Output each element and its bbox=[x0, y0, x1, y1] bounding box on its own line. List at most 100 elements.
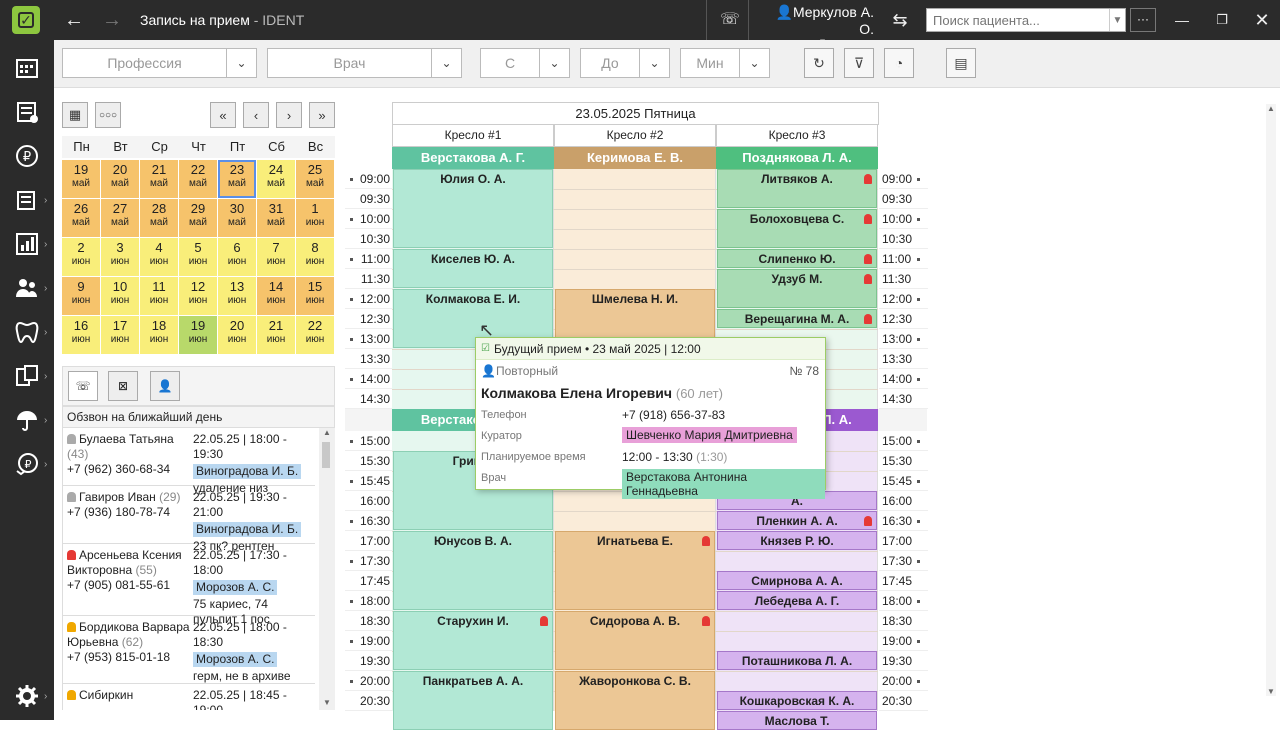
calendar-day[interactable]: 25 май bbox=[296, 160, 334, 198]
calendar-day[interactable]: 6 июн bbox=[218, 238, 256, 276]
insurance-umbrella-icon[interactable]: › bbox=[0, 400, 54, 440]
calendar-day[interactable]: 23 май bbox=[218, 160, 256, 198]
calendar-day[interactable]: 3 июн bbox=[101, 238, 139, 276]
appointment-slot[interactable]: Жаворонкова С. В. bbox=[555, 671, 715, 730]
patient-search-input[interactable] bbox=[927, 9, 1109, 31]
appointment-slot[interactable]: Болоховцева С. bbox=[717, 209, 877, 248]
clear-filter-icon[interactable]: ⊽ bbox=[844, 48, 874, 78]
today-calendar-icon[interactable]: ▦ bbox=[62, 102, 88, 128]
calendar-grid-icon[interactable] bbox=[0, 48, 54, 88]
duration-select[interactable]: Мин ⌄ bbox=[680, 48, 770, 78]
calendar-day[interactable]: 14 июн bbox=[257, 277, 295, 315]
appointment-slot[interactable]: Панкратьев А. А. bbox=[393, 671, 553, 730]
call-list-item[interactable]: Булаева Татьяна (43) +7 (962) 360-68-34 22… bbox=[63, 428, 315, 495]
calendar-day[interactable]: 4 июн bbox=[140, 238, 178, 276]
calendar-day[interactable]: 13 июн bbox=[218, 277, 256, 315]
doctor-header[interactable]: Керимова Е. В. bbox=[554, 147, 716, 169]
minimize-icon[interactable]: — bbox=[1168, 0, 1196, 40]
chevron-down-icon[interactable]: ▼ bbox=[1109, 9, 1125, 31]
prev-month-icon[interactable]: « bbox=[210, 102, 236, 128]
patients-group-icon[interactable]: › bbox=[0, 268, 54, 308]
app-logo-icon[interactable]: ✓ bbox=[12, 6, 40, 34]
calendar-day[interactable]: 22 июн bbox=[296, 316, 334, 354]
appointment-slot[interactable]: Лебедева А. Г. bbox=[717, 591, 877, 610]
calendar-day[interactable]: 11 июн bbox=[140, 277, 178, 315]
appointment-slot[interactable]: Литвяков А. bbox=[717, 169, 877, 208]
calendar-day[interactable]: 20 июн bbox=[218, 316, 256, 354]
calendar-day[interactable]: 26 май bbox=[62, 199, 100, 237]
time-to-select[interactable]: До ⌄ bbox=[580, 48, 670, 78]
appointment-slot[interactable]: Князев Р. Ю. bbox=[717, 531, 877, 550]
calendar-day[interactable]: 21 июн bbox=[257, 316, 295, 354]
patient-search-icon[interactable]: 👤 bbox=[150, 371, 180, 401]
maximize-icon[interactable]: ❐ bbox=[1208, 0, 1236, 40]
call-list-item[interactable]: Сибиркин 22.05.25 | 18:45 - 19:00 bbox=[63, 684, 315, 710]
statistics-chart-icon[interactable]: › bbox=[0, 224, 54, 264]
calendar-day[interactable]: 1 июн bbox=[296, 199, 334, 237]
tooth-icon[interactable]: › bbox=[0, 312, 54, 352]
calendar-day[interactable]: 17 июн bbox=[101, 316, 139, 354]
calendar-day[interactable]: 8 июн bbox=[296, 238, 334, 276]
calls-scrollbar[interactable]: ▲ ▼ bbox=[319, 428, 335, 710]
calendar-day[interactable]: 31 май bbox=[257, 199, 295, 237]
calendar-day[interactable]: 19 июн bbox=[179, 316, 217, 354]
calendar-day[interactable]: 28 май bbox=[140, 199, 178, 237]
calendar-day[interactable]: 20 май bbox=[101, 160, 139, 198]
chevron-down-icon[interactable]: ⌄ bbox=[226, 49, 256, 77]
chevron-down-icon[interactable]: ⌄ bbox=[639, 49, 669, 77]
back-arrow-icon[interactable]: ← bbox=[60, 0, 88, 40]
chevron-down-icon[interactable]: ⌄ bbox=[739, 49, 769, 77]
patient-search[interactable]: ▼ bbox=[926, 8, 1126, 32]
clock-settings-icon[interactable]: ◔ bbox=[884, 48, 914, 78]
calendar-day[interactable]: 27 май bbox=[101, 199, 139, 237]
schedule-scrollbar[interactable]: ▲ ▼ bbox=[1266, 104, 1276, 696]
calendar-day[interactable]: 21 май bbox=[140, 160, 178, 198]
calendar-day[interactable]: 10 июн bbox=[101, 277, 139, 315]
appointments-list-icon[interactable] bbox=[0, 92, 54, 132]
doctor-header[interactable]: Позднякова Л. А. bbox=[716, 147, 878, 169]
appointment-slot[interactable]: Маслова Т. bbox=[717, 711, 877, 730]
chevron-down-icon[interactable]: ⌄ bbox=[431, 49, 461, 77]
chevron-down-icon[interactable]: ⌄ bbox=[539, 49, 569, 77]
appointment-slot[interactable]: Киселев Ю. А. bbox=[393, 249, 553, 288]
finance-ruble-icon[interactable]: ₽ bbox=[0, 136, 54, 176]
calendar-day[interactable]: 15 июн bbox=[296, 277, 334, 315]
next-month-icon[interactable]: » bbox=[309, 102, 335, 128]
appointment-slot[interactable]: Юнусов В. А. bbox=[393, 531, 553, 610]
calendar-day[interactable]: 5 июн bbox=[179, 238, 217, 276]
calendar-day[interactable]: 19 май bbox=[62, 160, 100, 198]
call-list-item[interactable]: Бордикова Варвара Юрьевна (62) +7 (953) 8… bbox=[63, 616, 315, 684]
appointment-slot[interactable]: Поташникова Л. А. bbox=[717, 651, 877, 670]
print-schedule-icon[interactable]: ▤ bbox=[946, 48, 976, 78]
appointment-slot[interactable]: Смирнова А. А. bbox=[717, 571, 877, 590]
phone-icon[interactable]: ☏ bbox=[716, 0, 744, 40]
calendar-day[interactable]: 24 май bbox=[257, 160, 295, 198]
appointment-slot[interactable]: Пленкин А. А. bbox=[717, 511, 877, 530]
documents-icon[interactable]: › bbox=[0, 356, 54, 396]
calendar-day[interactable]: 7 июн bbox=[257, 238, 295, 276]
appointment-slot[interactable]: Кошкаровская К. А. bbox=[717, 691, 877, 710]
refresh-icon[interactable]: ↻ bbox=[804, 48, 834, 78]
call-list-item[interactable]: Гавиров Иван (29) +7 (936) 180-78-74 22.05… bbox=[63, 486, 315, 553]
reports-icon[interactable]: › bbox=[0, 180, 54, 220]
payments-icon[interactable]: ₽ › bbox=[0, 444, 54, 484]
forward-arrow-icon[interactable]: → bbox=[98, 0, 126, 40]
cancel-calendar-icon[interactable]: ⊠ bbox=[108, 371, 138, 401]
appointment-slot[interactable]: Игнатьева Е. bbox=[555, 531, 715, 610]
doctor-select[interactable]: Врач ⌄ bbox=[267, 48, 462, 78]
appointment-slot[interactable]: Удзуб М. bbox=[717, 269, 877, 308]
prev-week-icon[interactable]: ‹ bbox=[243, 102, 269, 128]
appointment-slot[interactable]: Слипенко Ю. bbox=[717, 249, 877, 268]
calendar-day[interactable]: 30 май bbox=[218, 199, 256, 237]
calendar-day[interactable]: 9 июн bbox=[62, 277, 100, 315]
switch-user-icon[interactable]: ⇆ bbox=[886, 0, 914, 40]
settings-gear-icon[interactable]: › bbox=[0, 676, 54, 716]
calendar-day[interactable]: 2 июн bbox=[62, 238, 100, 276]
phone-list-icon[interactable]: ☏ bbox=[68, 371, 98, 401]
doctor-header[interactable]: Верстакова А. Г. bbox=[392, 147, 554, 169]
appointment-slot[interactable]: Юлия О. А. bbox=[393, 169, 553, 248]
profession-select[interactable]: Профессия ⌄ bbox=[62, 48, 257, 78]
call-list-item[interactable]: Арсеньева Ксения Викторовна (55) +7 (905)… bbox=[63, 544, 315, 626]
calendar-day[interactable]: 22 май bbox=[179, 160, 217, 198]
appointment-slot[interactable]: Сидорова А. В. bbox=[555, 611, 715, 670]
